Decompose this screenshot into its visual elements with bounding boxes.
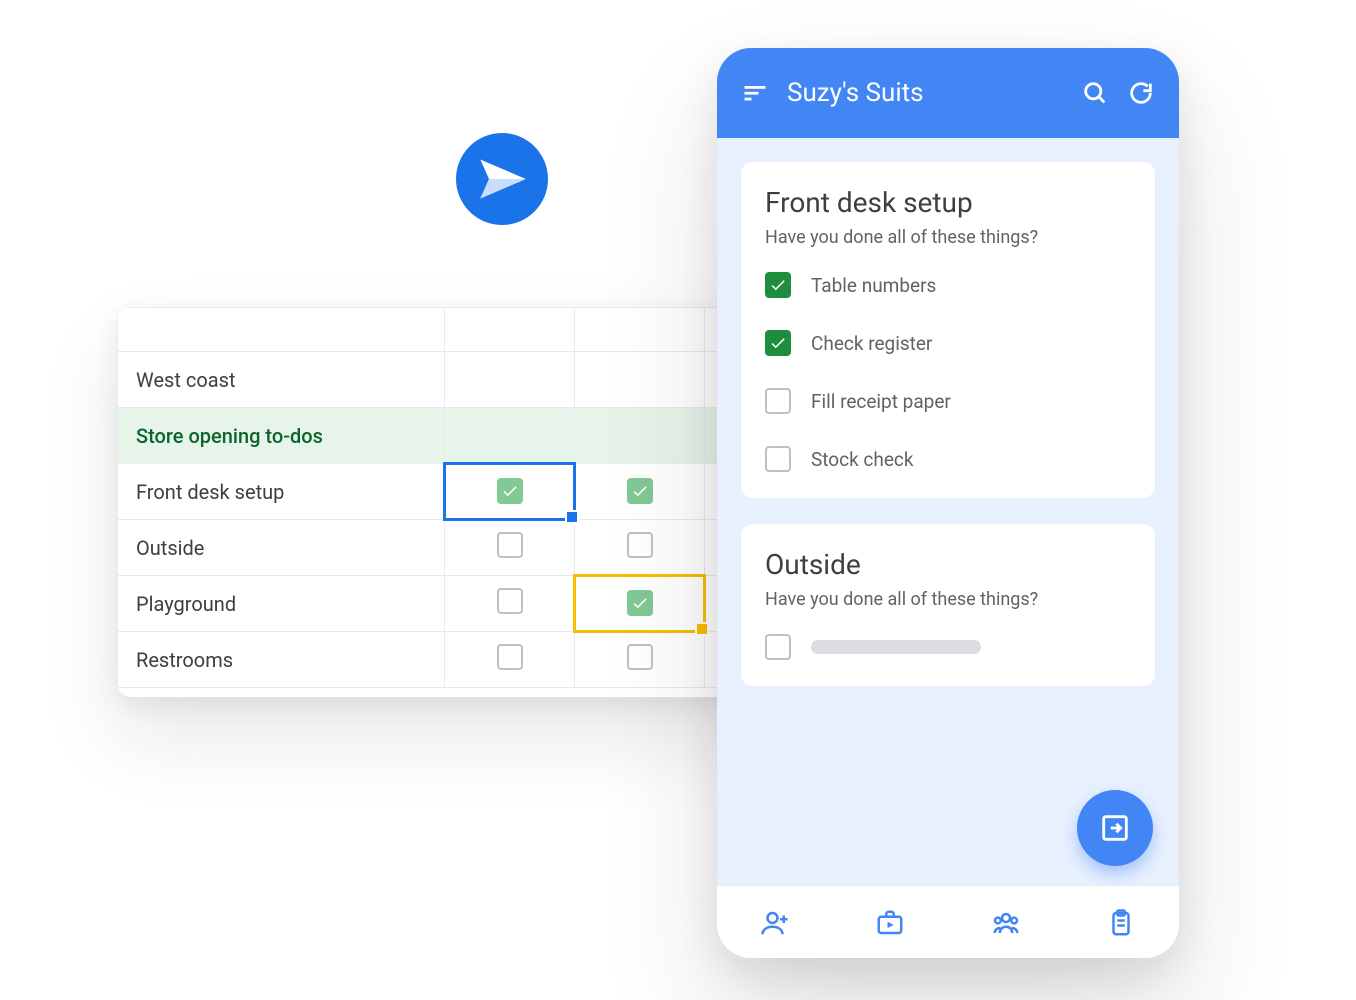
checkbox-checked-icon[interactable] (765, 330, 791, 356)
checkbox-cell[interactable] (445, 632, 575, 688)
checkbox-cell[interactable] (575, 632, 705, 688)
checkbox-unchecked-icon (627, 532, 653, 558)
checklist-label: Stock check (811, 448, 914, 471)
sheet-header-row (118, 308, 792, 352)
checkbox-checked-icon (497, 478, 523, 504)
card-subtitle: Have you done all of these things? (765, 227, 1131, 248)
card-title: Front desk setup (765, 186, 1131, 219)
checkbox-unchecked-icon (497, 532, 523, 558)
checkbox-checked-icon (627, 590, 653, 616)
checkbox-unchecked-icon (627, 644, 653, 670)
clipboard-icon[interactable] (1106, 908, 1136, 938)
paper-plane-badge (456, 133, 548, 225)
spreadsheet-grid[interactable]: West coast Store opening to-dos Front de… (117, 307, 792, 688)
checkbox-cell[interactable] (445, 464, 575, 520)
checklist (765, 618, 1131, 676)
checkbox-checked-icon (627, 478, 653, 504)
checklist-label: Table numbers (811, 274, 936, 297)
table-row[interactable]: Restrooms (118, 632, 792, 688)
table-row[interactable]: Outside (118, 520, 792, 576)
checklist-label: Fill receipt paper (811, 390, 951, 413)
bottom-nav (717, 886, 1179, 958)
cell-label: West coast (136, 368, 236, 392)
checkbox-unchecked-icon (497, 588, 523, 614)
checkbox-cell[interactable] (445, 576, 575, 632)
submit-fab[interactable] (1077, 790, 1153, 866)
cell-label: Playground (136, 592, 236, 616)
cell-label: Restrooms (136, 648, 233, 672)
checkbox-unchecked-icon[interactable] (765, 388, 791, 414)
checklist-item[interactable]: Check register (765, 314, 1131, 372)
refresh-icon[interactable] (1127, 79, 1155, 107)
checklist-item[interactable]: Table numbers (765, 256, 1131, 314)
checkbox-cell[interactable] (575, 464, 705, 520)
checklist-card: Front desk setup Have you done all of th… (741, 162, 1155, 498)
person-add-icon[interactable] (760, 908, 790, 938)
card-subtitle: Have you done all of these things? (765, 589, 1131, 610)
cell-label: Front desk setup (136, 480, 284, 504)
checkbox-cell[interactable] (575, 576, 705, 632)
cell-label: Outside (136, 536, 204, 560)
checklist-card: Outside Have you done all of these thing… (741, 524, 1155, 686)
sort-icon[interactable] (741, 79, 769, 107)
app-bar: Suzy's Suits (717, 48, 1179, 138)
checklist-item[interactable] (765, 618, 1131, 676)
paper-plane-icon (476, 153, 528, 205)
card-title: Outside (765, 548, 1131, 581)
checkbox-cell[interactable] (575, 520, 705, 576)
skeleton-text (811, 640, 981, 654)
section-row[interactable]: Store opening to-dos (118, 408, 792, 464)
table-row[interactable]: Front desk setup (118, 464, 792, 520)
table-row[interactable]: Playground (118, 576, 792, 632)
phone-content: Front desk setup Have you done all of th… (717, 138, 1179, 886)
checklist-item[interactable]: Stock check (765, 430, 1131, 488)
checklist-item[interactable]: Fill receipt paper (765, 372, 1131, 430)
cell-label: Store opening to-dos (136, 424, 323, 448)
app-title: Suzy's Suits (787, 78, 1063, 108)
submit-icon (1098, 811, 1132, 845)
checkbox-checked-icon[interactable] (765, 272, 791, 298)
spreadsheet-panel: West coast Store opening to-dos Front de… (117, 307, 792, 697)
table-row[interactable]: West coast (118, 352, 792, 408)
checklist: Table numbers Check register Fill receip… (765, 256, 1131, 488)
checkbox-cell[interactable] (445, 520, 575, 576)
search-icon[interactable] (1081, 79, 1109, 107)
checkbox-unchecked-icon (497, 644, 523, 670)
checkbox-unchecked-icon[interactable] (765, 634, 791, 660)
group-icon[interactable] (991, 908, 1021, 938)
checklist-label: Check register (811, 332, 932, 355)
checkbox-unchecked-icon[interactable] (765, 446, 791, 472)
phone-mockup: Suzy's Suits Front desk setup Have you d… (717, 48, 1179, 958)
briefcase-play-icon[interactable] (875, 908, 905, 938)
